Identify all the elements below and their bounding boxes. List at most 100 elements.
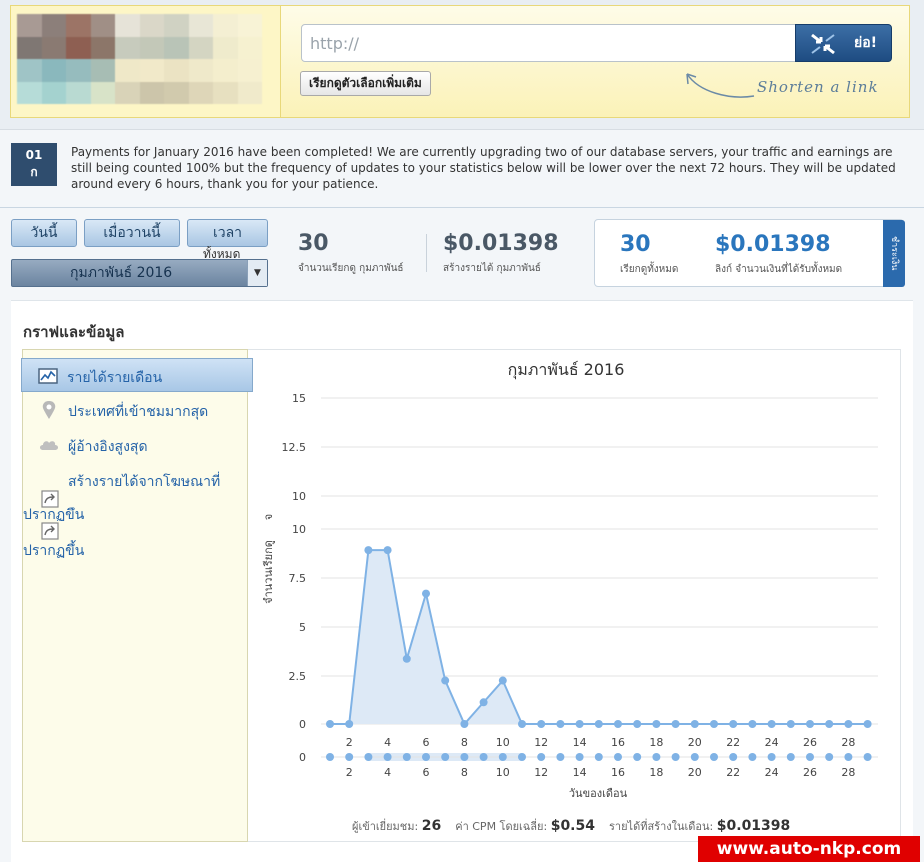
- navigator-point: [441, 753, 450, 761]
- x-tick-label: 12: [534, 736, 548, 749]
- x-tick-label-navigator: 12: [534, 766, 548, 779]
- y-tick-label: 10: [292, 490, 306, 503]
- total-earnings-value: $0.01398: [715, 232, 831, 257]
- chart-title: กุมภาพันธ์ 2016: [508, 360, 625, 380]
- x-tick-label: 14: [573, 736, 587, 749]
- y-tick-label: 12.5: [282, 441, 307, 454]
- mosaic-cell: [66, 36, 91, 59]
- compress-icon: [811, 33, 835, 55]
- x-tick-label-navigator: 8: [461, 766, 468, 779]
- mosaic-cell: [237, 81, 262, 104]
- url-input[interactable]: http://: [301, 24, 796, 62]
- x-tick-label: 26: [803, 736, 817, 749]
- navigator-point: [710, 753, 718, 761]
- shorten-button[interactable]: ย่อ!: [795, 24, 892, 62]
- mosaic-cell: [164, 81, 189, 104]
- mosaic-cell: [164, 36, 189, 59]
- x-tick-label: 16: [611, 736, 625, 749]
- data-point: [460, 720, 469, 728]
- x-tick-label: 4: [384, 736, 391, 749]
- mosaic-cell: [115, 81, 140, 104]
- navigator-point: [690, 753, 699, 761]
- totals-box: 30 เรียกดูทั้งหมด $0.01398 ลิงก์ จำนวนเง…: [594, 219, 904, 287]
- data-point: [441, 676, 450, 685]
- data-point: [671, 720, 680, 728]
- more-options-button[interactable]: เรียกดูตัวเลือกเพิ่มเติม: [300, 71, 431, 96]
- total-clicks-label: เรียกดูทั้งหมด: [620, 264, 679, 275]
- mosaic-cell: [66, 81, 91, 104]
- mosaic-cell: [139, 59, 164, 82]
- summary-visitors-label: ผู้เข้าเยี่ยมชม:: [352, 820, 419, 833]
- mosaic-cell: [115, 14, 140, 37]
- stats-bar: วันนี้ เมื่อวานนี้ เวลา ทั้งหมด กุมภาพัน…: [0, 208, 924, 300]
- y-tick-label: 10: [292, 523, 306, 536]
- navigator-point: [633, 753, 642, 761]
- earnings-chart: กุมภาพันธ์ 2016 15 12.5 10 10 7.5 5 2.5 0 จำนวนเร…: [262, 360, 878, 800]
- mosaic-cell: [90, 59, 115, 82]
- menu-item-top-referrers[interactable]: ผู้อ้างอิงสูงสุด: [23, 428, 249, 462]
- mosaic-cell: [164, 59, 189, 82]
- data-point: [518, 720, 526, 728]
- navigator-point: [422, 753, 430, 761]
- month-select-value: กุมภาพันธ์ 2016: [70, 265, 173, 281]
- mosaic-cell: [90, 36, 115, 59]
- x-tick-label-navigator: 18: [649, 766, 663, 779]
- x-tick-label-navigator: 28: [841, 766, 855, 779]
- notice: 01 ก Payments for January 2016 have been…: [0, 130, 924, 208]
- mosaic-cell: [164, 14, 189, 37]
- logo[interactable]: [10, 5, 280, 118]
- x-tick-label: 28: [841, 736, 855, 749]
- mosaic-cell: [66, 14, 91, 37]
- data-point: [690, 720, 699, 728]
- y-tick-label: 7.5: [289, 572, 307, 585]
- mosaic-cell: [90, 81, 115, 104]
- x-tick-label-navigator: 26: [803, 766, 817, 779]
- data-point: [556, 720, 565, 728]
- mosaic-cell: [188, 14, 213, 37]
- mosaic-cell: [17, 14, 42, 37]
- menu-item-top-countries[interactable]: ประเทศที่เข้าชมมากสุด: [23, 393, 249, 427]
- chevron-down-icon[interactable]: ▼: [247, 260, 267, 286]
- tab-yesterday[interactable]: เมื่อวานนี้: [84, 219, 180, 247]
- menu-item-label: ผู้อ้างอิงสูงสุด: [68, 439, 148, 455]
- navigator-point: [345, 753, 354, 761]
- y-axis-label: จำนวนเรียกดู: [262, 540, 275, 604]
- menu-item-monthly-earnings[interactable]: รายได้รายเดือน: [21, 358, 253, 392]
- payments-side-tab[interactable]: ชำระเงิน: [883, 220, 905, 287]
- navigator-point: [556, 753, 565, 761]
- data-point: [383, 546, 392, 555]
- mosaic-cell: [139, 36, 164, 59]
- tab-all-time[interactable]: เวลา: [187, 219, 268, 247]
- x-tick-label-navigator: 2: [346, 766, 353, 779]
- mosaic-cell: [17, 81, 42, 104]
- navigator-point: [806, 753, 814, 761]
- x-tick-label-navigator: 16: [611, 766, 625, 779]
- total-earnings-label: ลิงก์ จำนวนเงินที่ได้รับทั้งหมด: [715, 264, 843, 275]
- month-select[interactable]: กุมภาพันธ์ 2016 ▼: [11, 259, 268, 287]
- x-tick-label-navigator: 24: [765, 766, 779, 779]
- summary-earnings-label: รายได้ที่สร้างในเดือน:: [609, 820, 714, 833]
- x-tick-label-navigator: 20: [688, 766, 702, 779]
- x-tick-label-navigator: 10: [496, 766, 510, 779]
- data-point: [594, 720, 603, 728]
- data-point: [422, 589, 430, 598]
- x-tick-label: 2: [346, 736, 353, 749]
- navigator-point: [825, 753, 834, 761]
- blurred-logo-image: [17, 14, 262, 104]
- x-tick-label: 20: [688, 736, 702, 749]
- mosaic-cell: [115, 59, 140, 82]
- chart-summary: ผู้เข้าเยี่ยมชม: 26 ค่า CPM โดยเฉลี่ย: $…: [352, 817, 790, 835]
- data-point: [767, 720, 776, 728]
- navigator-point: [326, 753, 334, 761]
- tab-today[interactable]: วันนี้: [11, 219, 77, 247]
- data-point: [710, 720, 718, 728]
- x-tick-label-navigator: 22: [726, 766, 740, 779]
- menu-overflow-text[interactable]: ปรากฏขึ้น: [23, 540, 84, 562]
- navigator-point: [863, 753, 872, 761]
- data-point: [479, 698, 488, 707]
- navigator-point: [537, 753, 546, 761]
- x-tick-label-navigator: 6: [423, 766, 430, 779]
- notice-text: Payments for January 2016 have been comp…: [71, 145, 896, 191]
- mosaic-cell: [17, 36, 42, 59]
- month-clicks-value: 30: [298, 231, 329, 256]
